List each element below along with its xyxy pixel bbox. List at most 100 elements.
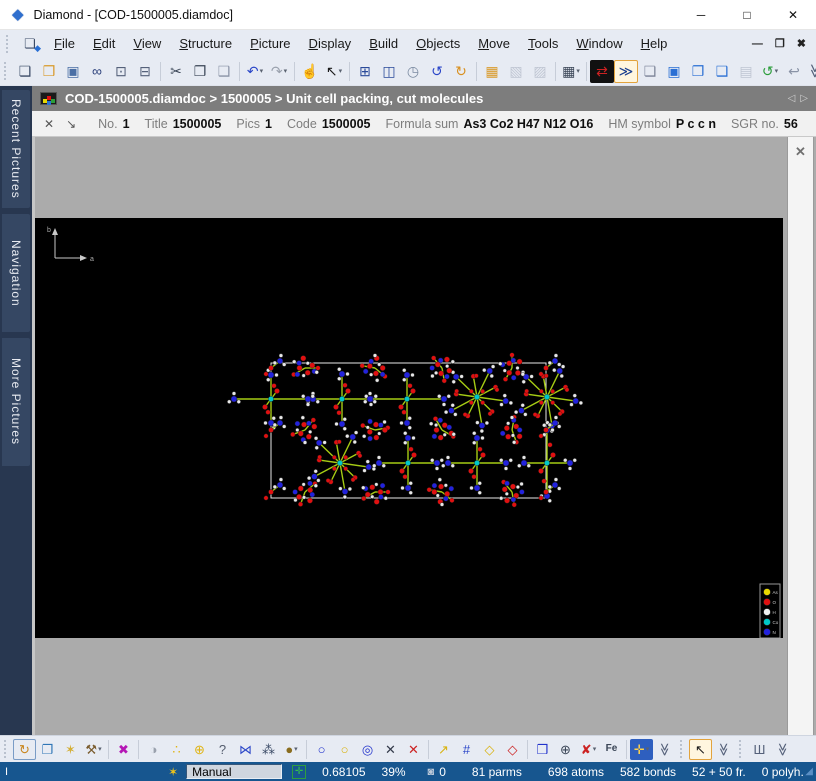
pan-hand-icon[interactable]: ☝ xyxy=(298,60,322,83)
orientation-sphere-icon[interactable]: ⊕ xyxy=(554,739,577,760)
find-binoculars-icon[interactable]: ∞ xyxy=(85,60,109,83)
update-picture-icon[interactable]: ↻ xyxy=(13,739,36,760)
new-picture-icon[interactable]: ❏ xyxy=(638,60,662,83)
redo-dropdown-icon[interactable]: ▾ xyxy=(284,67,288,75)
picture-back-icon[interactable]: ↩ xyxy=(782,60,806,83)
wizard-icon[interactable]: ✶ xyxy=(59,739,82,760)
structure-canvas[interactable]: baAsOHCoN xyxy=(35,218,783,638)
picture-history-icon[interactable]: ↺▾ xyxy=(758,60,782,83)
pointer-mode-icon[interactable]: ↖ xyxy=(689,739,712,760)
toolbar-grip[interactable] xyxy=(4,62,9,80)
toolbar-grip[interactable] xyxy=(739,740,744,758)
ring-blue-icon[interactable]: ○ xyxy=(310,739,333,760)
menubar-grip[interactable] xyxy=(6,35,11,53)
measure-icon[interactable]: Ш xyxy=(748,739,771,760)
ring-yellow-icon[interactable]: ○ xyxy=(333,739,356,760)
menu-help[interactable]: Help xyxy=(632,33,677,54)
undo-icon[interactable]: ↶▾ xyxy=(243,60,267,83)
delete-objects-icon[interactable]: ✘▾ xyxy=(577,739,600,760)
overflow-move-icon[interactable]: ≫ xyxy=(653,739,676,760)
polygon-red-icon[interactable]: ◇ xyxy=(501,739,524,760)
breadcrumb-next-icon[interactable]: ▷ xyxy=(800,93,808,104)
select-arrow-icon[interactable]: ↖▾ xyxy=(322,60,346,83)
atom-design-dropdown-icon[interactable]: ▾ xyxy=(294,745,298,753)
mdi-close-button[interactable]: ✖ xyxy=(797,37,806,50)
maximize-button[interactable]: □ xyxy=(724,0,770,30)
move-mode-icon[interactable]: ✛▾ xyxy=(630,739,653,760)
polygon-yellow-icon[interactable]: ◇ xyxy=(478,739,501,760)
table-properties-icon[interactable]: ▦ xyxy=(480,60,504,83)
guess-atom-icon[interactable]: ? xyxy=(211,739,234,760)
overflow-measure-icon[interactable]: ≫ xyxy=(771,739,794,760)
menu-edit[interactable]: Edit xyxy=(84,33,124,54)
build-menu-icon[interactable]: ⚒▾ xyxy=(82,739,105,760)
sidebar-tab-navigation[interactable]: Navigation xyxy=(2,214,30,332)
create-bond-icon[interactable]: ↗ xyxy=(432,739,455,760)
refresh-view-icon[interactable]: ↻ xyxy=(449,60,473,83)
molecule-tree-icon[interactable]: ⁂ xyxy=(257,739,280,760)
video-screen-icon[interactable]: ⇄ xyxy=(590,60,614,83)
tree-view-icon[interactable]: ⊞ xyxy=(353,60,377,83)
picture-history-dropdown-icon[interactable]: ▾ xyxy=(775,67,779,75)
menu-window[interactable]: Window xyxy=(567,33,631,54)
new-document-icon[interactable]: ❏ xyxy=(13,60,37,83)
print-icon[interactable]: ⊟ xyxy=(133,60,157,83)
open-folder-icon[interactable]: ❒ xyxy=(37,60,61,83)
menu-display[interactable]: Display xyxy=(300,33,361,54)
infobar-close-icon[interactable]: ✕ xyxy=(44,117,54,131)
toolbar-grip[interactable] xyxy=(4,740,9,758)
select-arrow-dropdown-icon[interactable]: ▾ xyxy=(339,67,343,75)
history-view-icon[interactable]: ◷ xyxy=(401,60,425,83)
undo-view-icon[interactable]: ↺ xyxy=(425,60,449,83)
lattice-net-icon[interactable]: # xyxy=(455,739,478,760)
split-view-icon[interactable]: ◫ xyxy=(377,60,401,83)
build-menu-dropdown-icon[interactable]: ▾ xyxy=(98,745,102,753)
data-sheet-dropdown-icon[interactable]: ▾ xyxy=(576,67,580,75)
menu-build[interactable]: Build xyxy=(360,33,407,54)
overflow-pointer-icon[interactable]: ≫ xyxy=(712,739,735,760)
panel-close-icon[interactable]: ✕ xyxy=(788,144,813,160)
cut-icon[interactable]: ✂ xyxy=(164,60,188,83)
data-sheet-icon[interactable]: ▦▾ xyxy=(559,60,583,83)
close-button[interactable]: ✕ xyxy=(770,0,816,30)
paste-picture-icon[interactable]: ❑ xyxy=(710,60,734,83)
infobar-expand-icon[interactable]: ↘ xyxy=(66,117,76,131)
breadcrumb-prev-icon[interactable]: ◁ xyxy=(788,93,796,104)
toolbar-overflow-icon[interactable]: ≫▾ xyxy=(806,60,816,83)
copy-icon[interactable]: ❐ xyxy=(188,60,212,83)
menu-objects[interactable]: Objects xyxy=(407,33,469,54)
menu-tools[interactable]: Tools xyxy=(519,33,567,54)
element-fe-icon[interactable]: Fe xyxy=(600,739,623,760)
minimize-button[interactable]: ─ xyxy=(678,0,724,30)
destroy-structure-icon[interactable]: ✖ xyxy=(112,739,135,760)
resize-grip[interactable]: ◢ xyxy=(805,766,813,777)
add-atom-icon[interactable]: ⊕ xyxy=(188,739,211,760)
menu-move[interactable]: Move xyxy=(469,33,519,54)
undo-dropdown-icon[interactable]: ▾ xyxy=(260,67,264,75)
menu-picture[interactable]: Picture xyxy=(241,33,299,54)
ring-copy-icon[interactable]: ◎ xyxy=(356,739,379,760)
save-icon[interactable]: ▣ xyxy=(61,60,85,83)
unit-cell-box-icon[interactable]: ❒ xyxy=(531,739,554,760)
delete-objects-dropdown-icon[interactable]: ▾ xyxy=(593,745,597,753)
redo-icon[interactable]: ↷▾ xyxy=(267,60,291,83)
toolbar-grip[interactable] xyxy=(680,740,685,758)
atom-design-icon[interactable]: ●▾ xyxy=(280,739,303,760)
sidebar-tab-more-pictures[interactable]: More Pictures xyxy=(2,338,30,466)
mdi-minimize-button[interactable]: — xyxy=(752,38,763,50)
remove-rings-icon[interactable]: ✕ xyxy=(379,739,402,760)
fill-atoms-icon[interactable]: ◑ xyxy=(142,739,165,760)
connect-atoms-icon[interactable]: ⋈ xyxy=(234,739,257,760)
add-all-atoms-icon[interactable]: ∴ xyxy=(165,739,188,760)
menu-view[interactable]: View xyxy=(124,33,170,54)
menu-file[interactable]: File xyxy=(45,33,84,54)
next-picture-icon[interactable]: ≫ xyxy=(614,60,638,83)
move-mode-dropdown-icon[interactable]: ▾ xyxy=(646,745,650,753)
send-picture-icon[interactable]: ❐ xyxy=(36,739,59,760)
mdi-restore-button[interactable]: ❐ xyxy=(775,37,785,50)
remove-all-rings-icon[interactable]: ✕ xyxy=(402,739,425,760)
paste-icon[interactable]: ❑ xyxy=(212,60,236,83)
picture-view-icon[interactable]: ▣ xyxy=(662,60,686,83)
print-preview-icon[interactable]: ⊡ xyxy=(109,60,133,83)
copy-picture-icon[interactable]: ❐ xyxy=(686,60,710,83)
